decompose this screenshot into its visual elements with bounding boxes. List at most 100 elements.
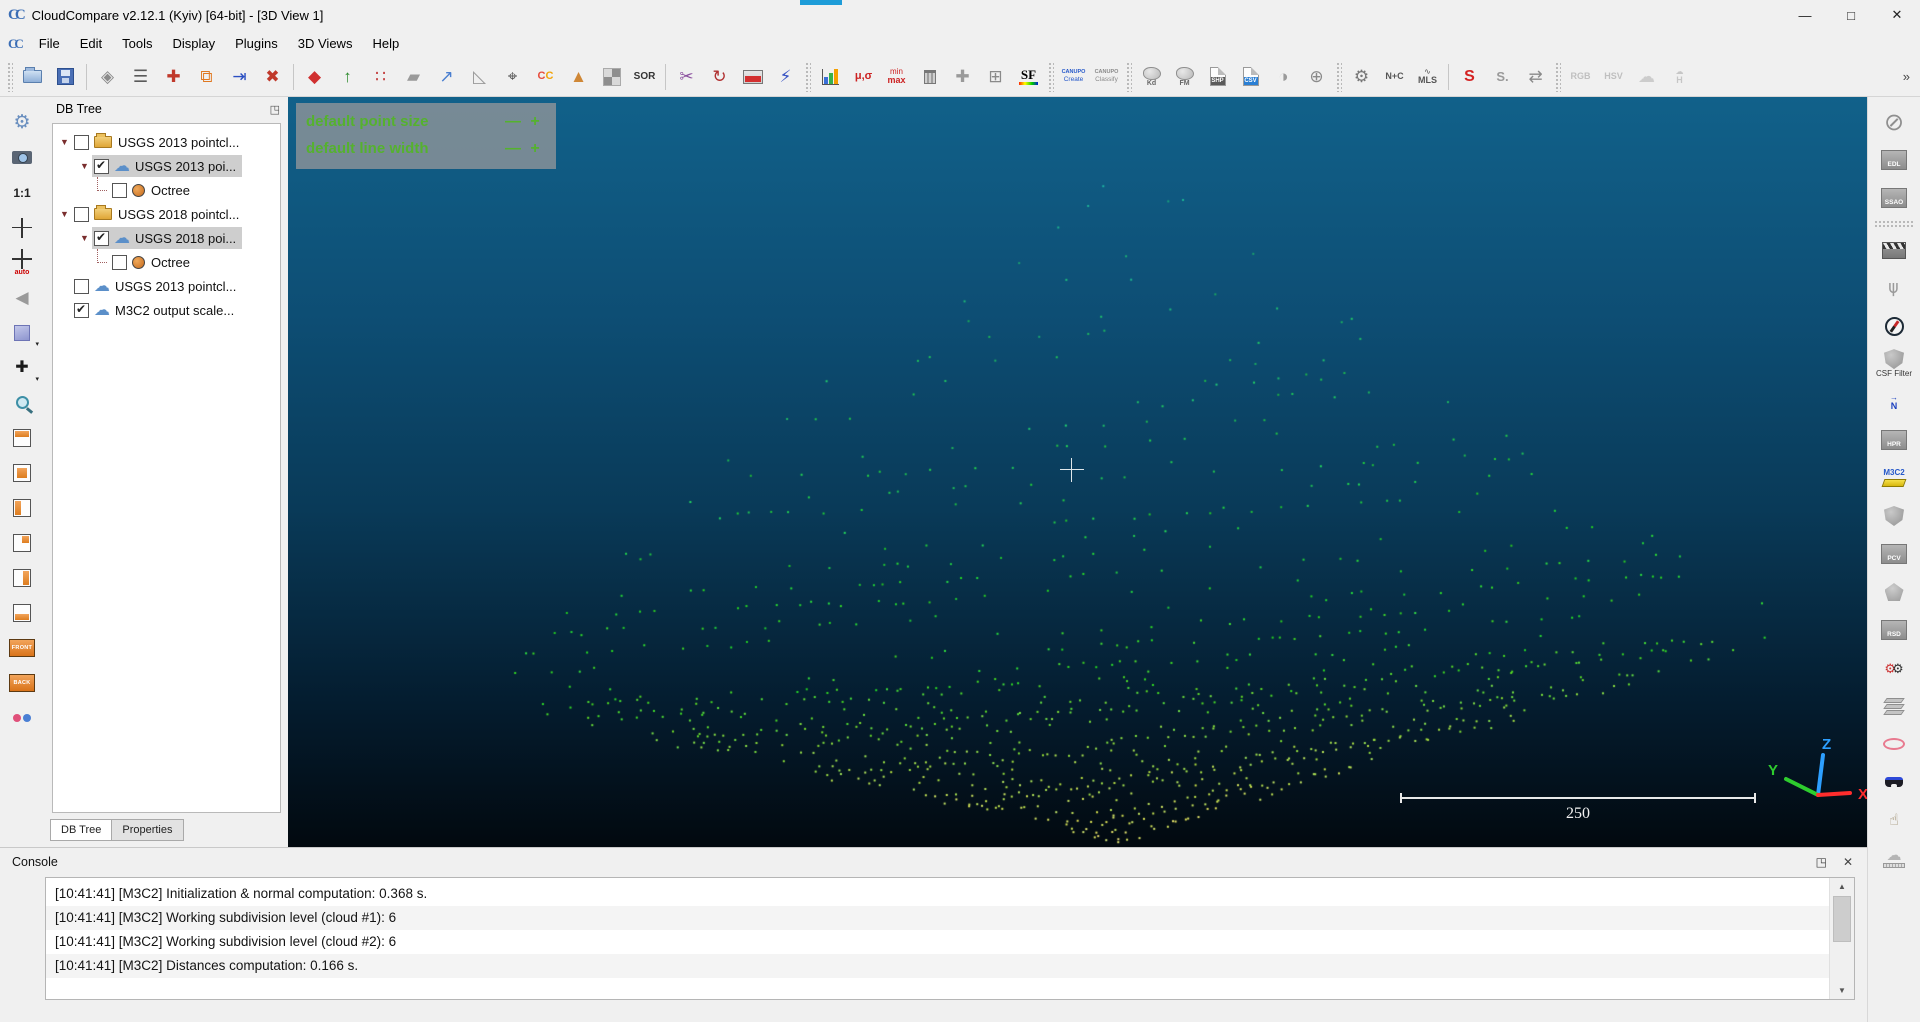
- point-picking-button[interactable]: ⚡: [769, 61, 802, 93]
- menu-tools[interactable]: Tools: [112, 32, 162, 55]
- visibility-checkbox[interactable]: [94, 231, 109, 246]
- auto-pick-center-button[interactable]: auto: [3, 245, 41, 280]
- tab-properties[interactable]: Properties: [111, 819, 183, 841]
- scroll-up-icon[interactable]: ▲: [1830, 878, 1854, 895]
- tab-db-tree[interactable]: DB Tree: [50, 819, 112, 841]
- maximize-button[interactable]: □: [1828, 0, 1874, 30]
- toolbar-overflow-icon[interactable]: »: [1903, 69, 1916, 84]
- qcork-gears-button[interactable]: ⚙⚙: [1869, 649, 1919, 687]
- cloud-h-button[interactable]: ☁H: [1663, 61, 1696, 93]
- decrease-button[interactable]: —: [502, 113, 524, 131]
- toolbar-handle[interactable]: [1555, 62, 1561, 92]
- rgb-colorize-button[interactable]: RGB: [1564, 61, 1597, 93]
- no-shader-button[interactable]: ⊘: [1869, 103, 1919, 141]
- sra-profile-button[interactable]: S: [1453, 61, 1486, 93]
- checkerboard-button[interactable]: [595, 61, 628, 93]
- cross-section-button[interactable]: [736, 61, 769, 93]
- edl-shader-button[interactable]: EDL: [1869, 141, 1919, 179]
- delete-button[interactable]: ✖: [256, 61, 289, 93]
- visibility-checkbox[interactable]: [112, 183, 127, 198]
- tree-row[interactable]: ▼USGS 2013 pointcl...: [53, 130, 280, 154]
- segment-scissors-button[interactable]: ✂: [670, 61, 703, 93]
- menu-file[interactable]: File: [29, 32, 70, 55]
- 3d-viewport[interactable]: default point size—+default line width—+…: [288, 97, 1867, 847]
- screenshot-button[interactable]: [3, 140, 41, 175]
- plugin-gear-button[interactable]: ⚙: [1345, 61, 1378, 93]
- globe-button[interactable]: ⊕: [1300, 61, 1333, 93]
- visibility-checkbox[interactable]: [94, 159, 109, 174]
- flip-plane-button[interactable]: ⇄: [1519, 61, 1552, 93]
- increase-button[interactable]: +: [524, 113, 546, 131]
- toolbar-handle[interactable]: [1336, 62, 1342, 92]
- menu-edit[interactable]: Edit: [70, 32, 112, 55]
- qrsd-button[interactable]: RSD: [1869, 611, 1919, 649]
- perspective-cube-button[interactable]: ▾: [3, 315, 41, 350]
- canupo-create-button[interactable]: CANUPOCreate: [1057, 61, 1090, 93]
- console-scrollbar[interactable]: ▲ ▼: [1829, 878, 1854, 999]
- open-button[interactable]: [16, 61, 49, 93]
- menu-help[interactable]: Help: [362, 32, 409, 55]
- tree-row[interactable]: ☁M3C2 output scale...: [53, 298, 280, 322]
- sra-compare-button[interactable]: S.: [1486, 61, 1519, 93]
- menu-plugins[interactable]: Plugins: [225, 32, 288, 55]
- zoom-lens-button[interactable]: [3, 385, 41, 420]
- mls-smoothing-button[interactable]: ∿MLS: [1411, 61, 1444, 93]
- sf-add-button[interactable]: ✚: [946, 61, 979, 93]
- qvr-button[interactable]: [1869, 763, 1919, 801]
- stereo-mode-button[interactable]: [3, 700, 41, 735]
- tree-row[interactable]: ▼☁USGS 2013 poi...: [53, 154, 280, 178]
- noise-filter-button[interactable]: ∷: [364, 61, 397, 93]
- scroll-thumb[interactable]: [1833, 896, 1851, 942]
- facets-kd-button[interactable]: Kd: [1135, 61, 1168, 93]
- tree-row[interactable]: ▼USGS 2018 pointcl...: [53, 202, 280, 226]
- view-bottom-button[interactable]: [3, 595, 41, 630]
- tree-row[interactable]: Octree: [53, 178, 280, 202]
- facets-fm-button[interactable]: FM: [1168, 61, 1201, 93]
- toolbar-handle[interactable]: [7, 62, 13, 92]
- sf-histogram-button[interactable]: [814, 61, 847, 93]
- console-float-icon[interactable]: ◳: [1816, 855, 1827, 869]
- delete-sf-button[interactable]: [913, 61, 946, 93]
- qhoughnormals-button[interactable]: →N: [1869, 383, 1919, 421]
- tree-row[interactable]: ▼☁USGS 2018 poi...: [53, 226, 280, 250]
- mdi-child-icon[interactable]: CC: [8, 36, 21, 52]
- qhpr-button[interactable]: HPR: [1869, 421, 1919, 459]
- qpcv-button[interactable]: PCV: [1869, 535, 1919, 573]
- qanimation-button[interactable]: [1869, 231, 1919, 269]
- qbroom-button[interactable]: ⋔: [1869, 269, 1919, 307]
- subsample-button[interactable]: ↑: [331, 61, 364, 93]
- qshield2-button[interactable]: [1869, 497, 1919, 535]
- menu-display[interactable]: Display: [163, 32, 226, 55]
- qm3c2-button[interactable]: M3C2: [1869, 459, 1919, 497]
- scatter-resample-button[interactable]: ↗: [430, 61, 463, 93]
- qcompass-button[interactable]: [1869, 307, 1919, 345]
- clone-button[interactable]: ⧉: [190, 61, 223, 93]
- qfacet-pentagon-button[interactable]: [1869, 573, 1919, 611]
- volume-button[interactable]: ▲: [562, 61, 595, 93]
- minimize-button[interactable]: —: [1782, 0, 1828, 30]
- primitive-factory-button[interactable]: ◈: [91, 61, 124, 93]
- hsv-colorize-button[interactable]: HSV: [1597, 61, 1630, 93]
- gaussian-filter-button[interactable]: μ,σ: [847, 61, 880, 93]
- properties-button[interactable]: ☰: [124, 61, 157, 93]
- qhand-button[interactable]: ☝: [1869, 801, 1919, 839]
- export-shp-button[interactable]: SHP: [1201, 61, 1234, 93]
- expander-icon[interactable]: ▼: [77, 161, 92, 171]
- back-view-tag-button[interactable]: BACK: [3, 665, 41, 700]
- pick-rotation-center-button[interactable]: [3, 210, 41, 245]
- cloud-color-button[interactable]: ☁: [1630, 61, 1663, 93]
- view-back-button[interactable]: [3, 525, 41, 560]
- zoom-1-1-button[interactable]: 1:1: [3, 175, 41, 210]
- view-front-button[interactable]: [3, 455, 41, 490]
- view-top-button[interactable]: [3, 420, 41, 455]
- qlayers-button[interactable]: [1869, 687, 1919, 725]
- export-csv-button[interactable]: CSV: [1234, 61, 1267, 93]
- visibility-checkbox[interactable]: [74, 303, 89, 318]
- merge-button[interactable]: ⇥: [223, 61, 256, 93]
- cloud-cloud-distance-button[interactable]: CC: [529, 61, 562, 93]
- stereogram-button[interactable]: ◑: [1267, 61, 1300, 93]
- point-list-picking-button[interactable]: ⌖: [496, 61, 529, 93]
- scroll-down-icon[interactable]: ▼: [1830, 982, 1854, 999]
- qcsf-button[interactable]: CSF Filter: [1869, 345, 1919, 383]
- save-button[interactable]: [49, 61, 82, 93]
